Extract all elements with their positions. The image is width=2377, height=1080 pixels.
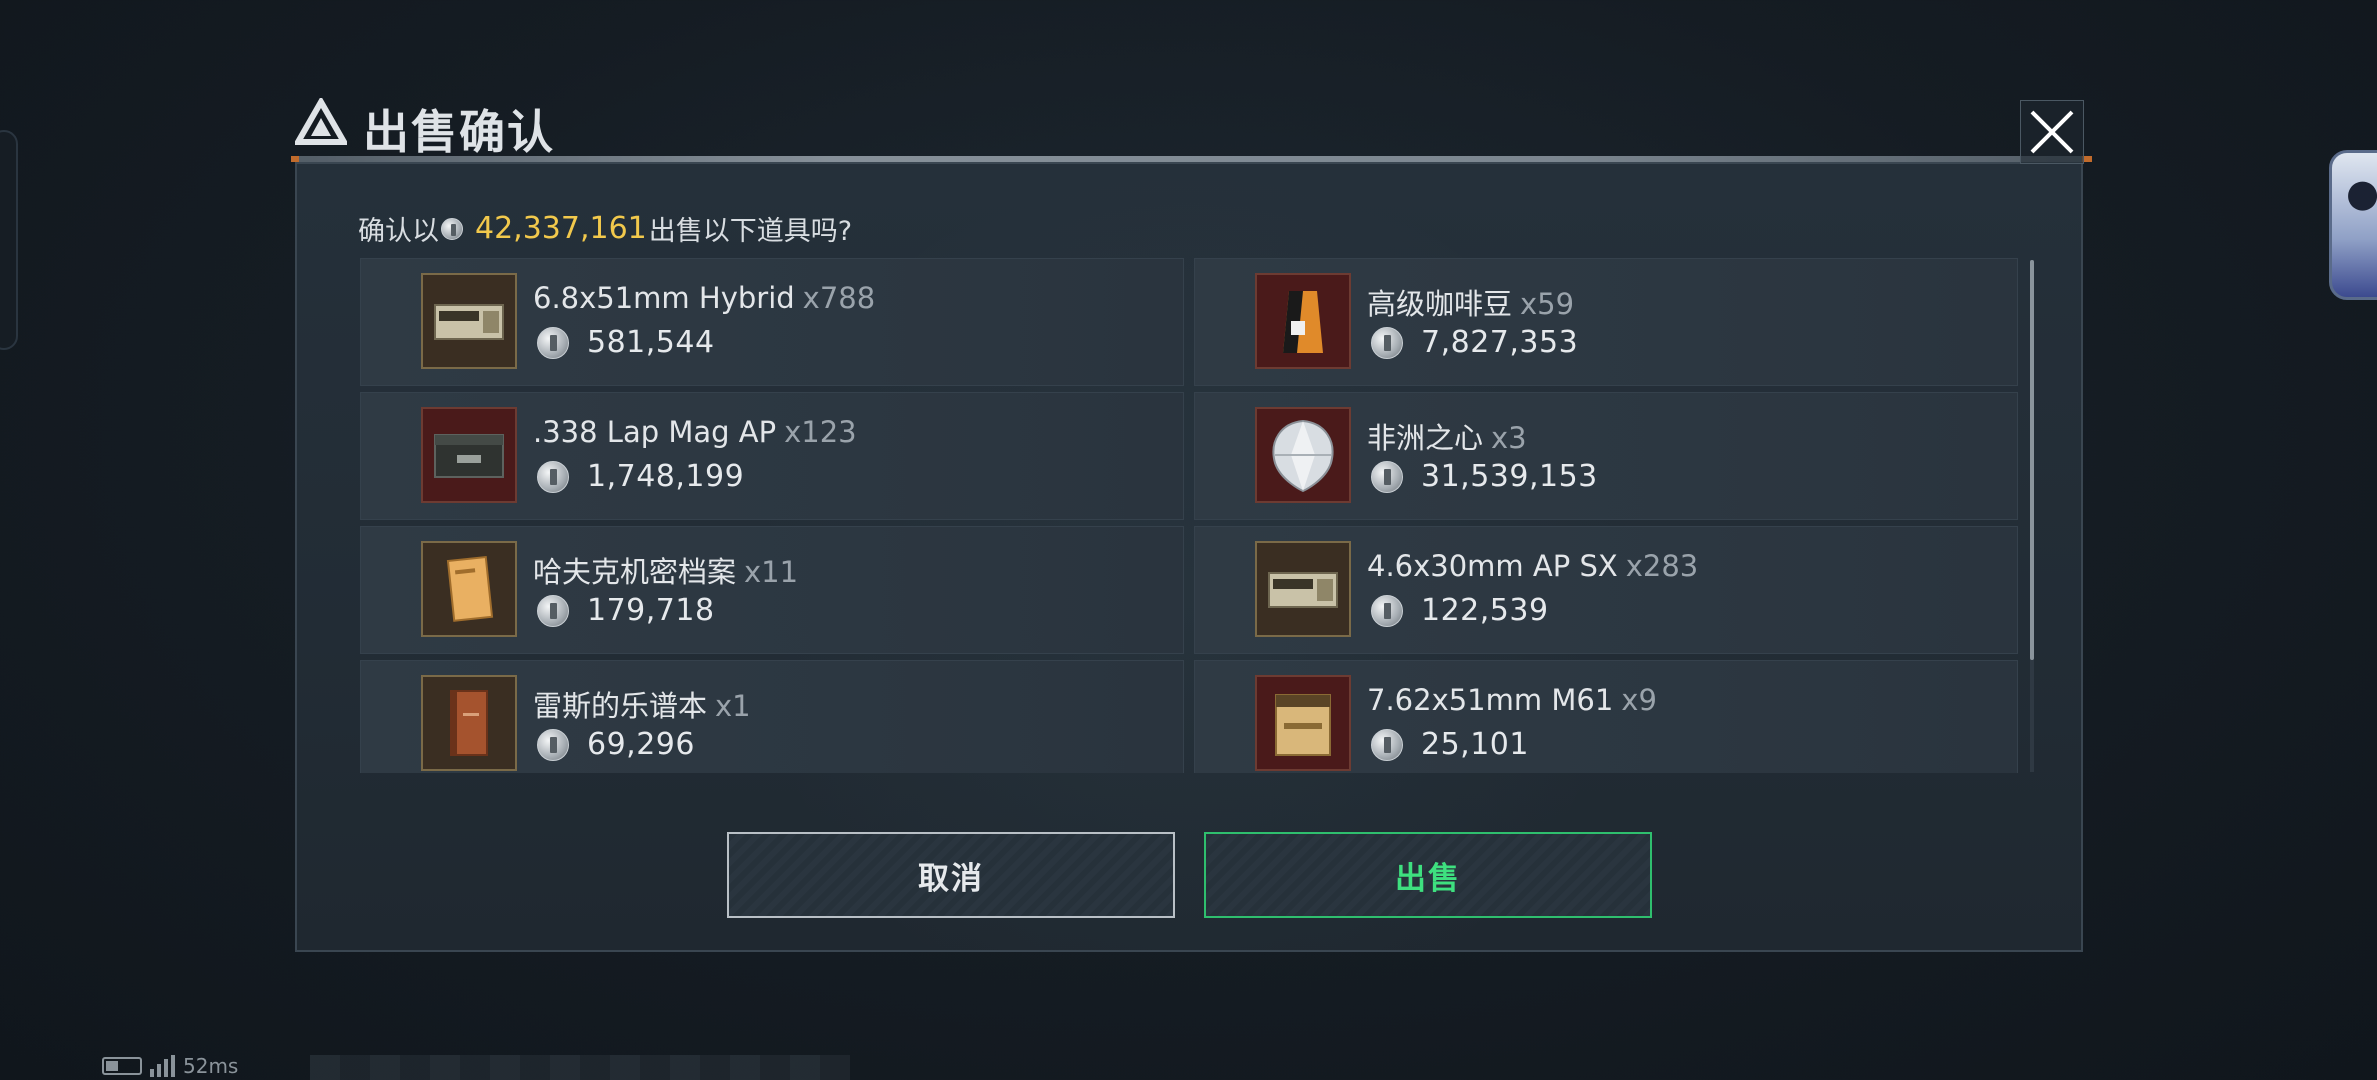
status-bar: 52ms: [102, 1054, 238, 1078]
item-price: 31,539,153: [1371, 459, 1598, 494]
list-item: 4.6x30mm AP SX x283 122,539: [1194, 526, 2018, 654]
item-name: 6.8x51mm Hybrid x788: [533, 281, 876, 315]
price-value: 31,539,153: [1421, 459, 1598, 494]
item-name: 非洲之心 x3: [1367, 421, 1527, 455]
coin-icon: [441, 217, 463, 240]
list-item: 7.62x51mm M61 x9 25,101: [1194, 660, 2018, 773]
list-item: 非洲之心 x3 31,539,153: [1194, 392, 2018, 520]
item-name: 雷斯的乐谱本 x1: [533, 689, 751, 723]
list-item: 6.8x51mm Hybrid x788 581,544: [360, 258, 1184, 386]
coin-icon: [537, 460, 569, 493]
item-price: 7,827,353: [1371, 325, 1578, 360]
coin-icon: [1371, 728, 1403, 761]
item-price: 122,539: [1371, 593, 1549, 628]
price-value: 25,101: [1421, 727, 1529, 762]
scrollbar-thumb[interactable]: [2030, 260, 2034, 660]
item-quantity: x788: [802, 281, 876, 315]
header-divider: [291, 156, 2092, 162]
side-app-glyph: ●: [2346, 171, 2377, 215]
left-edge-panel: [0, 130, 18, 350]
blurred-text: [310, 1055, 850, 1080]
confirm-prompt: 确认以 42,337,161 出售以下道具吗?: [358, 209, 852, 248]
signal-icon: [150, 1055, 175, 1077]
dialog-title: 出售确认: [363, 105, 555, 159]
item-quantity: x283: [1625, 549, 1699, 583]
price-value: 179,718: [587, 593, 715, 628]
latency-text: 52ms: [183, 1054, 239, 1078]
item-name: 7.62x51mm M61 x9: [1367, 683, 1657, 717]
item-price: 581,544: [537, 325, 715, 360]
item-quantity: x9: [1621, 683, 1657, 717]
list-item: 高级咖啡豆 x59 7,827,353: [1194, 258, 2018, 386]
sell-button[interactable]: 出售: [1204, 832, 1652, 918]
ammo-crate-icon: [421, 407, 517, 503]
item-quantity: x59: [1520, 287, 1575, 321]
prompt-suffix: 出售以下道具吗?: [648, 216, 853, 247]
prompt-prefix: 确认以: [358, 216, 439, 247]
list-item: .338 Lap Mag AP x123 1,748,199: [360, 392, 1184, 520]
price-value: 1,748,199: [587, 459, 745, 494]
price-value: 581,544: [587, 325, 715, 360]
item-price: 69,296: [537, 727, 695, 762]
coin-icon: [537, 326, 569, 359]
item-price: 25,101: [1371, 727, 1529, 762]
item-price: 179,718: [537, 593, 715, 628]
item-name: 4.6x30mm AP SX x283: [1367, 549, 1699, 583]
item-quantity: x11: [744, 555, 799, 589]
close-button[interactable]: [2020, 100, 2084, 164]
triangle-logo-icon: [295, 98, 347, 145]
item-price: 1,748,199: [537, 459, 744, 494]
diamond-icon: [1255, 407, 1351, 503]
ammo-box-icon: [1255, 541, 1351, 637]
coin-icon: [1371, 460, 1403, 493]
price-value: 69,296: [587, 727, 695, 762]
dialog-header: 出售确认: [285, 90, 2092, 162]
item-quantity: x123: [784, 415, 857, 449]
coffee-bag-icon: [1255, 273, 1351, 369]
item-name: .338 Lap Mag AP x123: [533, 415, 857, 449]
price-value: 7,827,353: [1421, 325, 1579, 360]
item-quantity: x1: [715, 689, 751, 723]
ammo-carton-icon: [1255, 675, 1351, 771]
list-item: 雷斯的乐谱本 x1 69,296: [360, 660, 1184, 773]
battery-icon: [102, 1057, 142, 1075]
item-name: 高级咖啡豆 x59: [1367, 287, 1575, 321]
close-icon: [2030, 110, 2074, 154]
total-amount: 42,337,161: [475, 211, 647, 246]
document-folder-icon: [421, 541, 517, 637]
coin-icon: [1371, 326, 1403, 359]
music-book-icon: [421, 675, 517, 771]
coin-icon: [1371, 594, 1403, 627]
item-name: 哈夫克机密档案 x11: [533, 555, 799, 589]
coin-icon: [537, 594, 569, 627]
side-app-icon[interactable]: ●: [2329, 150, 2377, 300]
list-item: 哈夫克机密档案 x11 179,718: [360, 526, 1184, 654]
item-quantity: x3: [1491, 421, 1527, 455]
coin-icon: [537, 728, 569, 761]
ammo-box-icon: [421, 273, 517, 369]
cancel-button[interactable]: 取消: [727, 832, 1175, 918]
price-value: 122,539: [1421, 593, 1549, 628]
item-list[interactable]: 6.8x51mm Hybrid x788 581,544 高级咖啡豆 x59 7,8…: [360, 258, 2020, 773]
